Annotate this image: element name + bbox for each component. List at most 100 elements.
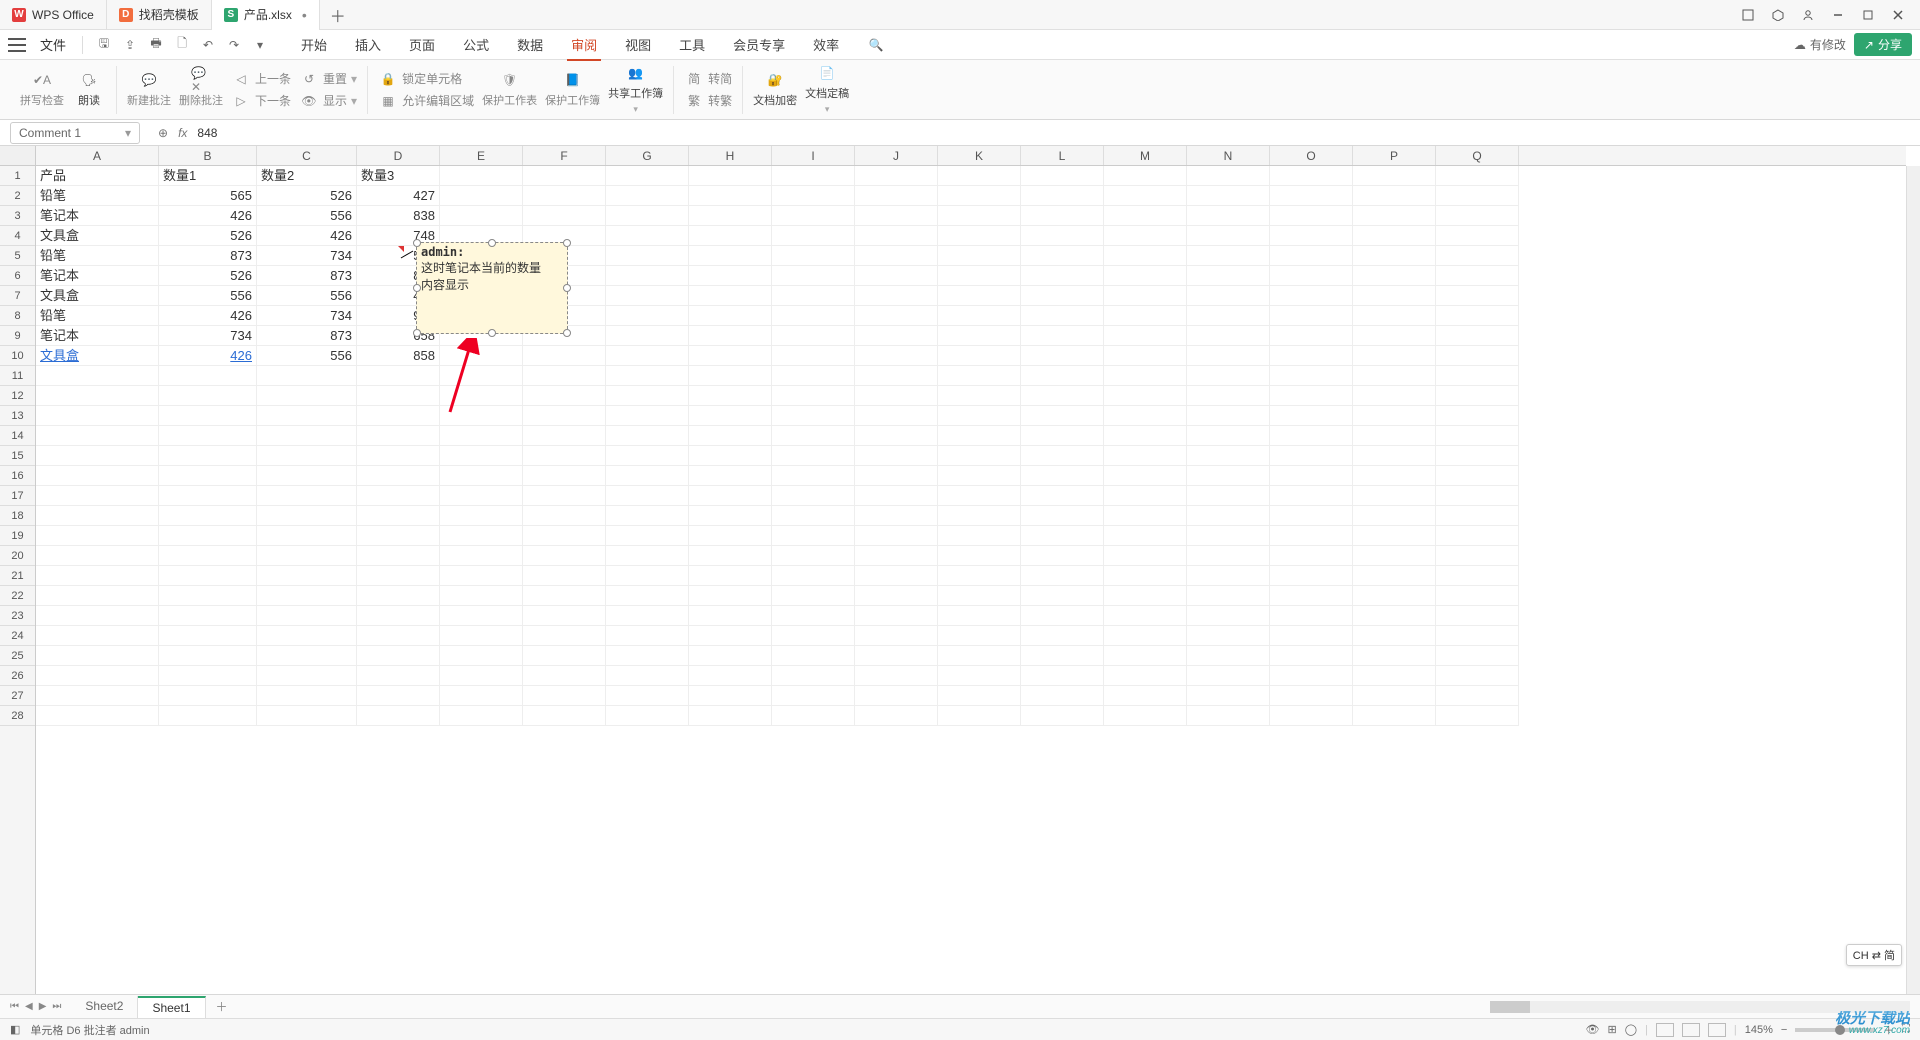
cell[interactable] [606, 206, 689, 226]
cell[interactable] [523, 426, 606, 446]
cell[interactable] [772, 266, 855, 286]
save-icon[interactable]: 🖫 [93, 34, 115, 56]
cell[interactable] [36, 386, 159, 406]
cell[interactable] [689, 286, 772, 306]
cell[interactable] [1353, 226, 1436, 246]
row-header[interactable]: 6 [0, 266, 35, 286]
cell[interactable] [523, 506, 606, 526]
cell[interactable] [606, 386, 689, 406]
select-all-corner[interactable] [0, 146, 36, 166]
cell[interactable] [1270, 166, 1353, 186]
zoom-value[interactable]: 145% [1745, 1024, 1773, 1036]
cell[interactable] [357, 586, 440, 606]
cell[interactable] [855, 246, 938, 266]
cell[interactable] [1187, 586, 1270, 606]
cell[interactable] [1021, 186, 1104, 206]
cell[interactable] [1353, 306, 1436, 326]
cell[interactable] [1021, 246, 1104, 266]
undo-icon[interactable]: ↶ [197, 34, 219, 56]
cell[interactable]: 文具盒 [36, 226, 159, 246]
cell[interactable] [36, 686, 159, 706]
cell[interactable] [1353, 686, 1436, 706]
cell[interactable] [1187, 266, 1270, 286]
cell[interactable] [938, 626, 1021, 646]
cell[interactable] [1353, 286, 1436, 306]
cell[interactable] [1270, 486, 1353, 506]
cell[interactable] [257, 566, 357, 586]
cell[interactable] [1104, 346, 1187, 366]
cell[interactable] [357, 706, 440, 726]
cell[interactable] [1270, 346, 1353, 366]
cell[interactable]: 426 [159, 306, 257, 326]
close-button[interactable] [1884, 2, 1912, 28]
cell[interactable] [440, 706, 523, 726]
cell[interactable] [1353, 486, 1436, 506]
cell[interactable] [1270, 526, 1353, 546]
cell[interactable] [1270, 266, 1353, 286]
cell[interactable] [1353, 406, 1436, 426]
cell[interactable] [1270, 246, 1353, 266]
cell[interactable] [689, 386, 772, 406]
search-icon[interactable]: 🔍 [865, 34, 887, 56]
row-header[interactable]: 11 [0, 366, 35, 386]
cell[interactable] [606, 586, 689, 606]
cell[interactable] [36, 466, 159, 486]
cell[interactable] [772, 606, 855, 626]
view-layout-button[interactable] [1708, 1023, 1726, 1037]
cell[interactable] [855, 326, 938, 346]
cell[interactable] [1021, 446, 1104, 466]
cell[interactable] [523, 586, 606, 606]
col-header[interactable]: C [257, 146, 357, 165]
share-book-button[interactable]: 👥共享工作簿▾ [608, 64, 663, 115]
cell[interactable]: 526 [159, 266, 257, 286]
resize-handle[interactable] [413, 284, 421, 292]
cell[interactable] [772, 466, 855, 486]
cell[interactable] [1021, 306, 1104, 326]
cell[interactable] [1353, 326, 1436, 346]
cell[interactable] [1436, 526, 1519, 546]
cell[interactable] [440, 586, 523, 606]
cell[interactable]: 铅笔 [36, 246, 159, 266]
cell[interactable] [938, 326, 1021, 346]
cell[interactable] [523, 446, 606, 466]
prev-comment-button[interactable]: ◁上一条 [231, 70, 291, 88]
cell[interactable] [606, 606, 689, 626]
view-normal-button[interactable] [1656, 1023, 1674, 1037]
col-header[interactable]: H [689, 146, 772, 165]
cell[interactable] [938, 666, 1021, 686]
cube-icon[interactable] [1764, 2, 1792, 28]
cell[interactable] [689, 586, 772, 606]
cell[interactable] [523, 526, 606, 546]
col-header[interactable]: F [523, 146, 606, 165]
cell[interactable] [1021, 206, 1104, 226]
menu-tab-工具[interactable]: 工具 [665, 29, 719, 60]
row-header[interactable]: 25 [0, 646, 35, 666]
cell[interactable]: 556 [159, 286, 257, 306]
ime-badge[interactable]: CH ⇄ 简 [1846, 944, 1902, 966]
cell[interactable] [1436, 406, 1519, 426]
cell[interactable]: 426 [159, 346, 257, 366]
cell[interactable] [1270, 666, 1353, 686]
col-header[interactable]: L [1021, 146, 1104, 165]
cell[interactable] [1353, 506, 1436, 526]
cell[interactable] [855, 666, 938, 686]
expand-fx-icon[interactable]: ⊕ [158, 126, 168, 140]
cell[interactable] [772, 646, 855, 666]
cell[interactable] [1436, 546, 1519, 566]
cell[interactable] [1104, 706, 1187, 726]
row-header[interactable]: 19 [0, 526, 35, 546]
cell[interactable] [159, 606, 257, 626]
cell[interactable] [689, 646, 772, 666]
cell[interactable] [1104, 226, 1187, 246]
comment-box[interactable]: admin: 这时笔记本当前的数量 内容显示 [416, 242, 568, 334]
cell[interactable] [257, 586, 357, 606]
row-header[interactable]: 24 [0, 626, 35, 646]
cell[interactable] [689, 226, 772, 246]
cell[interactable] [440, 386, 523, 406]
cell[interactable] [1353, 166, 1436, 186]
cell[interactable] [1270, 686, 1353, 706]
cell[interactable] [1270, 306, 1353, 326]
cell[interactable] [36, 646, 159, 666]
cell[interactable] [772, 666, 855, 686]
cell[interactable] [1436, 186, 1519, 206]
